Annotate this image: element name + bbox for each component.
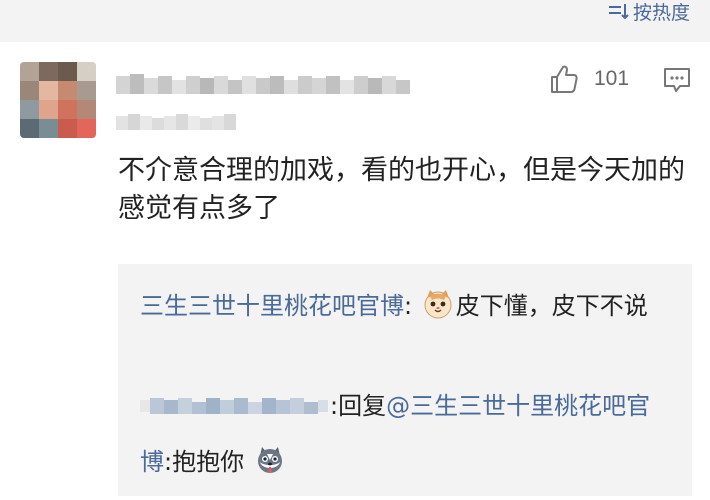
avatar[interactable] — [20, 62, 96, 138]
husky-emoji-icon — [254, 444, 286, 476]
reply-text: 抱抱你 — [172, 448, 245, 476]
like-button[interactable]: 101 — [548, 62, 629, 96]
replies-panel[interactable]: 三生三世十里桃花吧官博: 皮下懂，皮下不说:回复@三生三世十里桃花吧官博:抱抱… — [118, 264, 692, 496]
comment-time — [116, 112, 236, 134]
reply-author-redaction[interactable] — [140, 394, 330, 418]
comment-author[interactable] — [116, 72, 416, 98]
comment-icon[interactable] — [662, 66, 692, 94]
sort-by-hot-button[interactable]: 按热度 — [607, 0, 690, 24]
reply-text: 皮下懂，皮下不说 — [455, 292, 648, 320]
sort-icon — [607, 2, 629, 20]
reply-item: :回复@三生三世十里桃花吧官博:抱抱你 — [140, 378, 670, 490]
thumbs-up-icon — [548, 63, 580, 95]
top-strip — [0, 0, 710, 42]
reply-author-link[interactable]: 三生三世十里桃花吧官博 — [140, 292, 404, 320]
reply-item: 三生三世十里桃花吧官博: 皮下懂，皮下不说 — [140, 278, 670, 334]
like-count: 101 — [594, 67, 630, 90]
cat-emoji-icon — [422, 288, 454, 320]
comment-text: 不介意合理的加戏，看的也开心，但是今天加的感觉有点多了 — [118, 155, 685, 224]
reply-separator: : — [404, 292, 413, 320]
reply-separator: : — [164, 448, 173, 476]
reply-action: :回复 — [330, 392, 387, 420]
sort-label: 按热度 — [632, 1, 690, 24]
